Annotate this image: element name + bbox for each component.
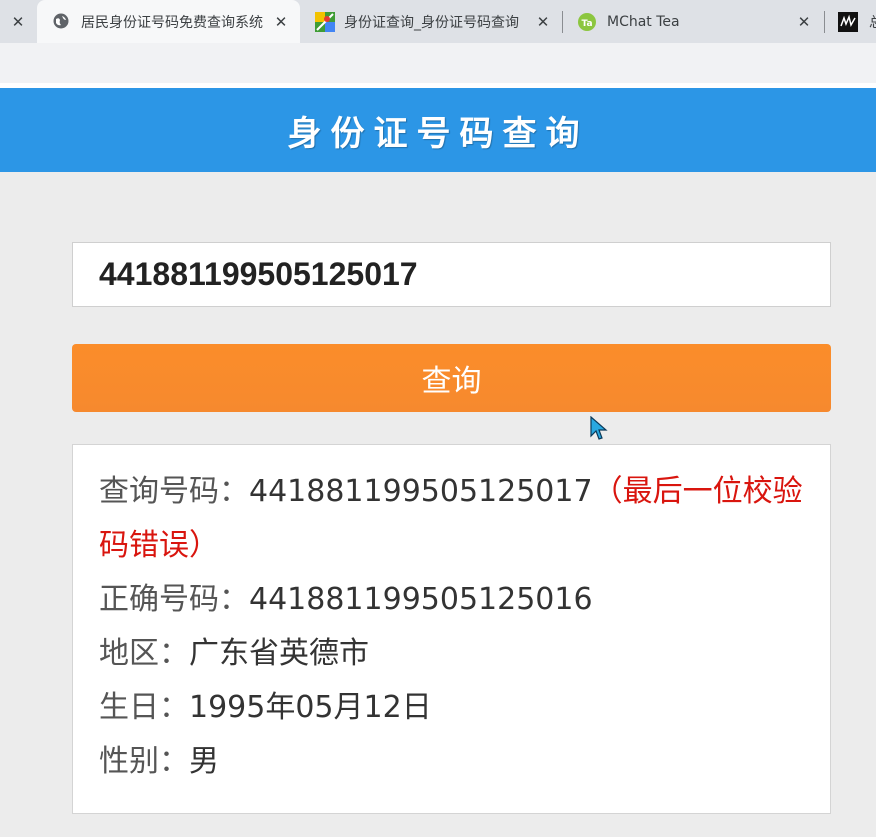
result-birthday: 生日：1995年05月12日: [99, 681, 804, 735]
gender-label: 性别：: [99, 744, 189, 779]
close-icon[interactable]: ✕: [10, 13, 26, 31]
map-icon: [315, 12, 335, 32]
region-value: 广东省英德市: [189, 636, 369, 671]
result-correct-number: 正确号码：441881199505125016: [99, 573, 804, 627]
tab-title: 总: [869, 12, 876, 32]
tab-signature[interactable]: 总: [825, 0, 876, 43]
region-label: 地区：: [99, 636, 189, 671]
tab-title: 身份证查询_身份证号码查询: [344, 14, 519, 31]
signature-icon: [838, 12, 858, 32]
query-number-label: 查询号码：: [99, 474, 249, 509]
id-number-input[interactable]: [72, 242, 831, 307]
result-query-number: 查询号码：441881199505125017（最后一位校验码错误）: [99, 465, 804, 573]
result-panel: 查询号码：441881199505125017（最后一位校验码错误） 正确号码：…: [72, 444, 831, 814]
correct-number-value: 441881199505125016: [249, 582, 593, 617]
result-gender: 性别：男: [99, 735, 804, 789]
gender-value: 男: [189, 744, 219, 779]
result-region: 地区：广东省英德市: [99, 627, 804, 681]
mchat-icon: Ta: [578, 13, 596, 31]
birthday-value: 1995年05月12日: [189, 690, 432, 725]
tab-title: 居民身份证号码免费查询系统: [81, 14, 263, 31]
tab-mchat-tea[interactable]: Ta MChat Tea ✕: [563, 0, 824, 43]
correct-number-label: 正确号码：: [99, 582, 249, 617]
query-button[interactable]: 查询: [72, 344, 831, 412]
tab-title: MChat Tea: [607, 13, 680, 30]
query-number-value: 441881199505125017: [249, 474, 593, 509]
close-icon[interactable]: ✕: [796, 13, 812, 31]
globe-icon: [53, 13, 69, 29]
close-icon[interactable]: ✕: [535, 13, 551, 31]
mouse-pointer-icon: [590, 416, 608, 440]
birthday-label: 生日：: [99, 690, 189, 725]
close-icon[interactable]: ✕: [273, 13, 289, 31]
page-header: 身份证号码查询: [0, 88, 876, 172]
main-content: 查询 查询号码：441881199505125017（最后一位校验码错误） 正确…: [0, 172, 876, 837]
tab-id-lookup[interactable]: 身份证查询_身份证号码查询 ✕: [300, 0, 562, 43]
page-title: 身份证号码查询: [287, 113, 589, 154]
browser-tab-strip: ✕ 居民身份证号码免费查询系统 ✕ 身份证查询_身份证号码查询 ✕ Ta MCh…: [0, 0, 876, 43]
tab-id-query-system[interactable]: 居民身份证号码免费查询系统 ✕: [37, 0, 300, 43]
svg-text:Ta: Ta: [581, 19, 592, 29]
tab-previous-close[interactable]: ✕: [0, 0, 36, 43]
browser-toolbar: [0, 43, 876, 83]
